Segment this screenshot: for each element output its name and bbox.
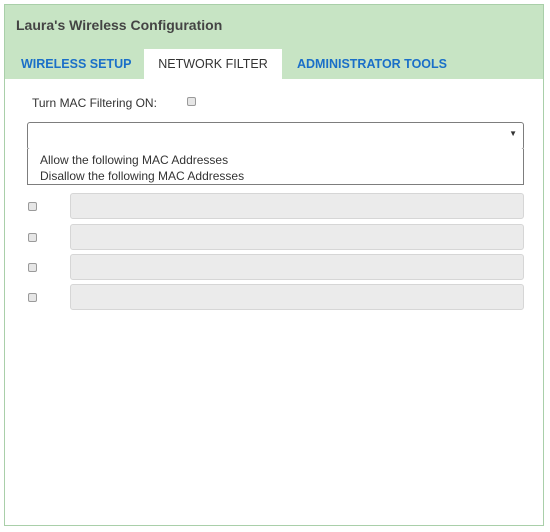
mac-entry-3-checkbox[interactable] [28,263,37,272]
tab-network-filter[interactable]: NETWORK FILTER [144,49,282,79]
mac-entry-1-checkbox[interactable] [28,202,37,211]
mac-entry-2-checkbox[interactable] [28,233,37,242]
header: Laura's Wireless Configuration WIRELESS … [5,5,543,79]
config-panel: Laura's Wireless Configuration WIRELESS … [4,4,544,526]
mac-entry-1-input[interactable] [70,193,524,219]
mac-entry-3-input[interactable] [70,254,524,280]
mac-entry-4-checkbox[interactable] [28,293,37,302]
mac-filter-mode-dropdown: Allow the following MAC Addresses Disall… [27,149,524,185]
mac-filter-mode-select[interactable]: ▼ [27,122,524,150]
chevron-down-icon: ▼ [509,129,517,138]
mac-entry-2-input[interactable] [70,224,524,250]
tab-wireless-setup[interactable]: WIRELESS SETUP [21,49,137,79]
mac-filtering-label: Turn MAC Filtering ON: [32,96,157,110]
app-title: Laura's Wireless Configuration [16,17,223,33]
option-disallow-mac[interactable]: Disallow the following MAC Addresses [40,169,244,184]
option-allow-mac[interactable]: Allow the following MAC Addresses [40,153,228,168]
mac-entry-4-input[interactable] [70,284,524,310]
tab-administrator-tools[interactable]: ADMINISTRATOR TOOLS [297,49,457,79]
mac-filtering-checkbox[interactable] [187,97,196,106]
